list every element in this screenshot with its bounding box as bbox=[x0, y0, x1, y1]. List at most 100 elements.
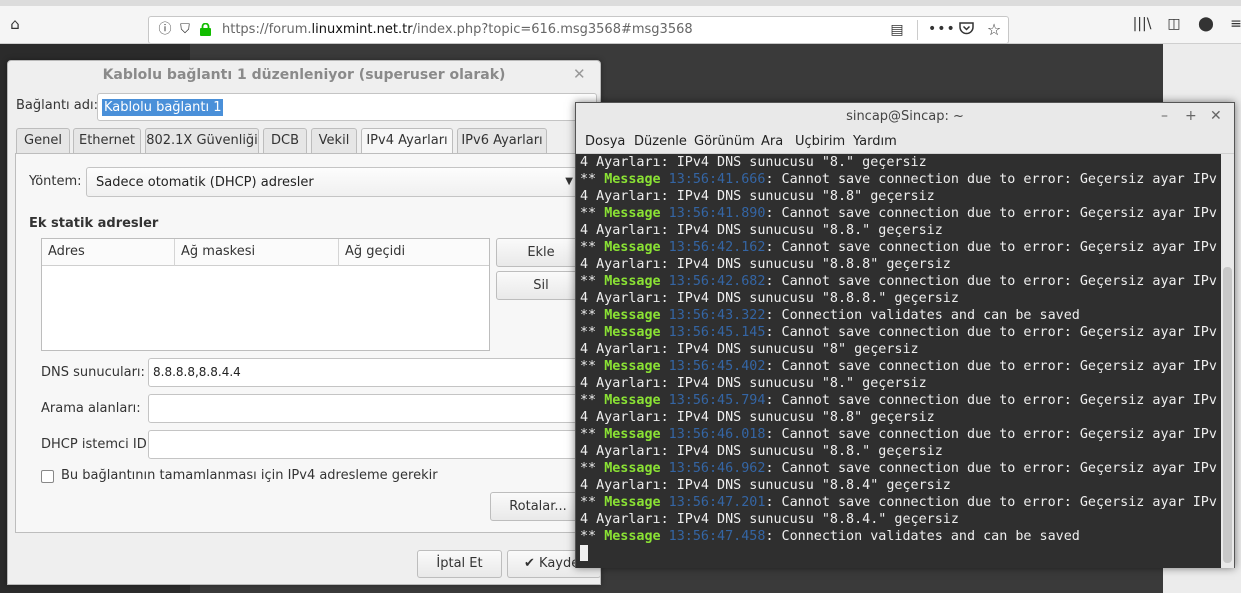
routes-button[interactable]: Rotalar... bbox=[490, 492, 586, 521]
menu-terminal[interactable]: Uçbirim bbox=[795, 134, 845, 149]
terminal-output[interactable]: 4 Ayarları: IPv4 DNS sunucusu "8." geçer… bbox=[576, 154, 1221, 568]
terminal-close-icon[interactable]: ✕ bbox=[1210, 108, 1222, 124]
bookmark-star-icon[interactable]: ☆ bbox=[984, 20, 1004, 40]
message-label: Message bbox=[604, 325, 661, 340]
page-actions-icon[interactable]: ••• bbox=[928, 19, 955, 39]
terminal-line: 4 Ayarları: IPv4 DNS sunucusu "8.8." geç… bbox=[580, 444, 943, 459]
message-label: Message bbox=[604, 308, 661, 323]
menu-file[interactable]: Dosya bbox=[585, 134, 625, 149]
require-ipv4-label: Bu bağlantının tamamlanması için IPv4 ad… bbox=[61, 468, 438, 483]
add-address-button[interactable]: Ekle bbox=[496, 238, 586, 267]
dhcp-client-id-field[interactable] bbox=[148, 430, 588, 459]
tab-ipv4-settings[interactable]: IPv4 Ayarları bbox=[361, 128, 453, 155]
delete-address-button[interactable]: Sil bbox=[496, 271, 586, 300]
terminal-line: ** Message 13:56:41.666: Cannot save con… bbox=[576, 171, 1221, 188]
cancel-button[interactable]: İptal Et bbox=[417, 550, 502, 578]
line-text: : Cannot save connection due to error: G… bbox=[765, 240, 1217, 255]
line-prefix: ** bbox=[580, 308, 605, 323]
terminal-line: ** Message 13:56:45.145: Cannot save con… bbox=[576, 324, 1221, 341]
timestamp: 13:56:41.890 bbox=[660, 206, 766, 221]
line-text: : Cannot save connection due to error: G… bbox=[765, 206, 1217, 221]
column-header-address[interactable]: Adres bbox=[42, 239, 175, 266]
shield-icon[interactable]: ⛉ bbox=[175, 20, 195, 40]
terminal-line: ** Message 13:56:42.162: Cannot save con… bbox=[576, 239, 1221, 256]
tab-general[interactable]: Genel bbox=[16, 128, 70, 154]
line-text: : Cannot save connection due to error: G… bbox=[765, 325, 1217, 340]
timestamp: 13:56:46.962 bbox=[660, 461, 766, 476]
menu-search[interactable]: Ara bbox=[761, 134, 783, 149]
browser-toolbar: ⌂ ⓘ ⛉ https://forum.linuxmint.net.tr/ind… bbox=[0, 6, 1241, 44]
connection-name-value: Kablolu bağlantı 1 bbox=[102, 99, 224, 116]
tab-proxy[interactable]: Vekil bbox=[311, 128, 357, 154]
line-prefix: ** bbox=[580, 359, 605, 374]
tab-ipv6-settings[interactable]: IPv6 Ayarları bbox=[457, 128, 547, 154]
column-header-gateway[interactable]: Ağ geçidi bbox=[339, 239, 489, 266]
terminal-line: 4 Ayarları: IPv4 DNS sunucusu "8." geçer… bbox=[580, 376, 927, 391]
connection-name-label: Bağlantı adı: bbox=[16, 98, 99, 113]
maximize-icon[interactable]: + bbox=[1185, 108, 1197, 124]
timestamp: 13:56:46.018 bbox=[660, 427, 766, 442]
terminal-line: ** Message 13:56:45.794: Cannot save con… bbox=[576, 392, 1221, 409]
sidebar-icon[interactable]: ◫ bbox=[1164, 14, 1184, 34]
dns-servers-label: DNS sunucuları: bbox=[41, 365, 145, 380]
timestamp: 13:56:47.201 bbox=[660, 495, 766, 510]
search-domains-field[interactable] bbox=[148, 394, 588, 423]
close-icon[interactable]: ✕ bbox=[573, 65, 586, 83]
line-text: : Cannot save connection due to error: G… bbox=[765, 393, 1217, 408]
terminal-line: 4 Ayarları: IPv4 DNS sunucusu "8.8.8." g… bbox=[580, 291, 959, 306]
line-prefix: ** bbox=[580, 206, 605, 221]
library-icon[interactable]: |||\ bbox=[1132, 14, 1152, 34]
url-divider bbox=[917, 20, 918, 40]
terminal-line: 4 Ayarları: IPv4 DNS sunucusu "8.8.8" ge… bbox=[580, 257, 951, 272]
terminal-line: 4 Ayarları: IPv4 DNS sunucusu "8.8" geçe… bbox=[580, 410, 935, 425]
timestamp: 13:56:41.666 bbox=[660, 172, 766, 187]
terminal-line: 4 Ayarları: IPv4 DNS sunucusu "8.8" geçe… bbox=[580, 189, 935, 204]
terminal-line: ** Message 13:56:46.962: Cannot save con… bbox=[576, 460, 1221, 477]
timestamp: 13:56:42.682 bbox=[660, 274, 766, 289]
dropdown-arrow-icon: ▼ bbox=[565, 176, 573, 187]
line-text: : Connection validates and can be saved bbox=[765, 529, 1080, 544]
connection-name-field[interactable]: Kablolu bağlantı 1 bbox=[97, 93, 597, 121]
tab-dcb[interactable]: DCB bbox=[263, 128, 307, 154]
menu-help[interactable]: Yardım bbox=[853, 134, 897, 149]
require-ipv4-checkbox[interactable] bbox=[41, 470, 54, 483]
line-prefix: ** bbox=[580, 529, 605, 544]
menu-icon[interactable]: ≡ bbox=[1226, 14, 1241, 34]
info-icon[interactable]: ⓘ bbox=[155, 20, 175, 40]
search-domains-label: Arama alanları: bbox=[41, 401, 141, 416]
terminal-scrollbar-thumb[interactable] bbox=[1223, 267, 1232, 563]
tab-8021x-security[interactable]: 802.1X Güvenliği bbox=[145, 128, 259, 154]
menu-view[interactable]: Görünüm bbox=[694, 134, 755, 149]
menu-edit[interactable]: Düzenle bbox=[634, 134, 687, 149]
line-text: : Cannot save connection due to error: G… bbox=[765, 427, 1217, 442]
tab-ethernet[interactable]: Ethernet bbox=[73, 128, 141, 154]
timestamp: 13:56:43.322 bbox=[660, 308, 766, 323]
column-header-netmask[interactable]: Ağ maskesi bbox=[175, 239, 339, 266]
line-text: : Cannot save connection due to error: G… bbox=[765, 359, 1217, 374]
lock-icon[interactable] bbox=[200, 22, 211, 36]
minimize-icon[interactable]: – bbox=[1161, 108, 1168, 124]
static-addresses-table[interactable]: Adres Ağ maskesi Ağ geçidi bbox=[41, 238, 490, 351]
line-text: : Cannot save connection due to error: G… bbox=[765, 172, 1217, 187]
terminal-line: ** Message 13:56:47.458: Connection vali… bbox=[576, 528, 1221, 545]
line-text: : Cannot save connection due to error: G… bbox=[765, 461, 1217, 476]
line-prefix: ** bbox=[580, 274, 605, 289]
method-select[interactable]: Sadece otomatik (DHCP) adresler ▼ bbox=[86, 167, 580, 197]
terminal-line: ** Message 13:56:45.402: Cannot save con… bbox=[576, 358, 1221, 375]
reader-view-icon[interactable]: ▤ bbox=[887, 20, 907, 40]
home-icon[interactable]: ⌂ bbox=[5, 14, 25, 34]
message-label: Message bbox=[604, 206, 661, 221]
dialog-title: Kablolu bağlantı 1 düzenleniyor (superus… bbox=[102, 67, 506, 83]
url-bar[interactable]: ⓘ ⛉ https://forum.linuxmint.net.tr/index… bbox=[148, 16, 1009, 44]
connection-editor-dialog: Kablolu bağlantı 1 düzenleniyor (superus… bbox=[7, 60, 601, 585]
extension-icon[interactable]: ⬤ bbox=[1196, 14, 1216, 34]
ipv4-settings-panel: Yöntem: Sadece otomatik (DHCP) adresler … bbox=[15, 153, 601, 533]
timestamp: 13:56:45.145 bbox=[660, 325, 766, 340]
line-prefix: ** bbox=[580, 461, 605, 476]
terminal-line: 4 Ayarları: IPv4 DNS sunucusu "8.8.4." g… bbox=[580, 512, 959, 527]
terminal-line: ** Message 13:56:42.682: Cannot save con… bbox=[576, 273, 1221, 290]
dns-servers-field[interactable]: 8.8.8.8,8.8.4.4 bbox=[148, 358, 588, 387]
pocket-icon[interactable] bbox=[956, 20, 976, 40]
terminal-line: 4 Ayarları: IPv4 DNS sunucusu "8.8." geç… bbox=[580, 223, 943, 238]
url-text[interactable]: https://forum.linuxmint.net.tr/index.php… bbox=[222, 22, 693, 37]
